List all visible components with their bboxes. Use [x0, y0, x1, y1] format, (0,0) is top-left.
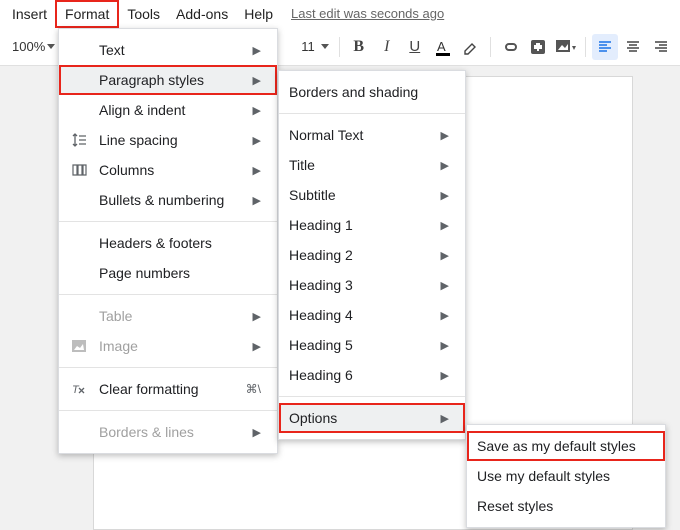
format-text[interactable]: Text▶	[59, 35, 277, 65]
paragraph-styles-dropdown: Borders and shading Normal Text▶ Title▶ …	[278, 70, 466, 440]
para-h4[interactable]: Heading 4▶	[279, 300, 465, 330]
zoom-dropdown[interactable]: 100%	[6, 39, 61, 54]
format-dropdown: Text▶ Paragraph styles▶ Align & indent▶ …	[58, 28, 278, 454]
menu-tools[interactable]: Tools	[119, 2, 168, 26]
format-headers-footers[interactable]: Headers & footers	[59, 228, 277, 258]
format-align-indent[interactable]: Align & indent▶	[59, 95, 277, 125]
opt-reset[interactable]: Reset styles	[467, 491, 665, 521]
svg-text:T: T	[72, 384, 80, 396]
italic-button[interactable]: I	[374, 34, 400, 60]
add-comment-button[interactable]	[525, 34, 551, 60]
para-h1[interactable]: Heading 1▶	[279, 210, 465, 240]
menubar: Insert Format Tools Add-ons Help Last ed…	[0, 0, 680, 28]
highlighter-icon	[462, 38, 480, 56]
highlight-button[interactable]	[458, 34, 484, 60]
image-icon	[69, 339, 89, 353]
format-table: Table▶	[59, 301, 277, 331]
para-title[interactable]: Title▶	[279, 150, 465, 180]
para-h3[interactable]: Heading 3▶	[279, 270, 465, 300]
underline-button[interactable]: U	[402, 34, 428, 60]
format-line-spacing[interactable]: Line spacing▶	[59, 125, 277, 155]
image-icon	[555, 38, 577, 56]
para-options[interactable]: Options▶	[279, 403, 465, 433]
para-borders-shading[interactable]: Borders and shading	[279, 77, 465, 107]
para-subtitle[interactable]: Subtitle▶	[279, 180, 465, 210]
font-size-dropdown[interactable]: 11	[297, 39, 333, 54]
align-left-icon	[597, 39, 613, 55]
comment-icon	[529, 38, 547, 56]
caret-down-icon	[321, 44, 329, 49]
align-left-button[interactable]	[592, 34, 618, 60]
last-edit-link[interactable]: Last edit was seconds ago	[291, 6, 444, 21]
clear-format-icon: T	[69, 381, 89, 397]
format-image: Image▶	[59, 331, 277, 361]
opt-use-default[interactable]: Use my default styles	[467, 461, 665, 491]
caret-down-icon	[47, 44, 55, 49]
text-color-icon: A	[434, 38, 452, 56]
para-h2[interactable]: Heading 2▶	[279, 240, 465, 270]
zoom-value: 100%	[12, 39, 45, 54]
menu-format[interactable]: Format	[55, 0, 119, 28]
insert-image-button[interactable]	[553, 34, 579, 60]
align-center-icon	[625, 39, 641, 55]
link-icon	[501, 38, 519, 56]
bold-button[interactable]: B	[346, 34, 372, 60]
shortcut: ⌘\	[246, 382, 261, 396]
format-page-numbers[interactable]: Page numbers	[59, 258, 277, 288]
para-normal[interactable]: Normal Text▶	[279, 120, 465, 150]
align-right-icon	[653, 39, 669, 55]
insert-link-button[interactable]	[497, 34, 523, 60]
align-right-button[interactable]	[648, 34, 674, 60]
line-spacing-icon	[69, 132, 89, 148]
svg-text:A: A	[437, 39, 446, 54]
text-color-button[interactable]: A	[430, 34, 456, 60]
format-bullets[interactable]: Bullets & numbering▶	[59, 185, 277, 215]
para-h6[interactable]: Heading 6▶	[279, 360, 465, 390]
format-clear[interactable]: T Clear formatting ⌘\	[59, 374, 277, 404]
para-h5[interactable]: Heading 5▶	[279, 330, 465, 360]
options-dropdown: Save as my default styles Use my default…	[466, 424, 666, 528]
align-center-button[interactable]	[620, 34, 646, 60]
menu-addons[interactable]: Add-ons	[168, 2, 236, 26]
columns-icon	[69, 162, 89, 178]
menu-help[interactable]: Help	[236, 2, 281, 26]
format-paragraph-styles[interactable]: Paragraph styles▶	[59, 65, 277, 95]
format-borders-lines: Borders & lines▶	[59, 417, 277, 447]
opt-save-default[interactable]: Save as my default styles	[467, 431, 665, 461]
menu-insert[interactable]: Insert	[4, 2, 55, 26]
font-size-value: 11	[301, 39, 315, 54]
format-columns[interactable]: Columns▶	[59, 155, 277, 185]
